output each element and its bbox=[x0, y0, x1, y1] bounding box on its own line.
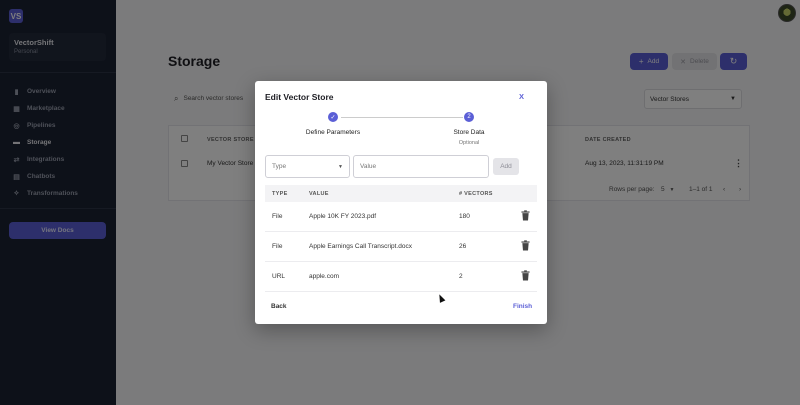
step-complete-icon: ✓ bbox=[328, 112, 338, 122]
add-data-button[interactable]: Add bbox=[493, 158, 519, 175]
row-value: apple.com bbox=[309, 273, 339, 280]
row-value: Apple Earnings Call Transcript.docx bbox=[309, 243, 412, 250]
row-type: URL bbox=[272, 273, 286, 280]
row-value: Apple 10K FY 2023.pdf bbox=[309, 213, 377, 220]
dialog-title: Edit Vector Store bbox=[265, 92, 334, 102]
step-2-label: Store Data bbox=[453, 129, 485, 136]
table-row: URL apple.com 2 bbox=[265, 262, 537, 292]
column-header-vectors: # VECTORS bbox=[459, 190, 493, 197]
caret-down-icon: ▼ bbox=[338, 163, 343, 170]
column-header-value: VALUE bbox=[309, 190, 329, 197]
stored-data-table: TYPE VALUE # VECTORS File Apple 10K FY 2… bbox=[265, 185, 537, 292]
table-header: TYPE VALUE # VECTORS bbox=[265, 185, 537, 202]
row-vectors: 26 bbox=[459, 243, 467, 250]
row-vectors: 180 bbox=[459, 213, 470, 220]
type-select[interactable]: Type ▼ bbox=[265, 155, 350, 178]
close-button[interactable]: X bbox=[519, 92, 524, 101]
edit-vector-store-dialog: Edit Vector Store X ✓ 2 Define Parameter… bbox=[255, 81, 547, 324]
row-vectors: 2 bbox=[459, 273, 463, 280]
stepper-connector bbox=[341, 117, 463, 118]
trash-icon[interactable] bbox=[521, 240, 530, 251]
trash-icon[interactable] bbox=[521, 270, 530, 281]
step-2-optional: Optional bbox=[458, 140, 480, 146]
back-button[interactable]: Back bbox=[271, 303, 287, 310]
type-placeholder: Type bbox=[272, 163, 287, 170]
column-header-type: TYPE bbox=[272, 190, 288, 197]
value-input[interactable]: Value bbox=[353, 155, 489, 178]
table-row: File Apple Earnings Call Transcript.docx… bbox=[265, 232, 537, 262]
row-type: File bbox=[272, 243, 283, 250]
table-row: File Apple 10K FY 2023.pdf 180 bbox=[265, 202, 537, 232]
value-placeholder: Value bbox=[360, 163, 377, 170]
step-2-indicator: 2 bbox=[464, 112, 474, 122]
row-type: File bbox=[272, 213, 283, 220]
step-1-label: Define Parameters bbox=[305, 129, 361, 136]
trash-icon[interactable] bbox=[521, 210, 530, 221]
finish-button[interactable]: Finish bbox=[513, 303, 532, 310]
